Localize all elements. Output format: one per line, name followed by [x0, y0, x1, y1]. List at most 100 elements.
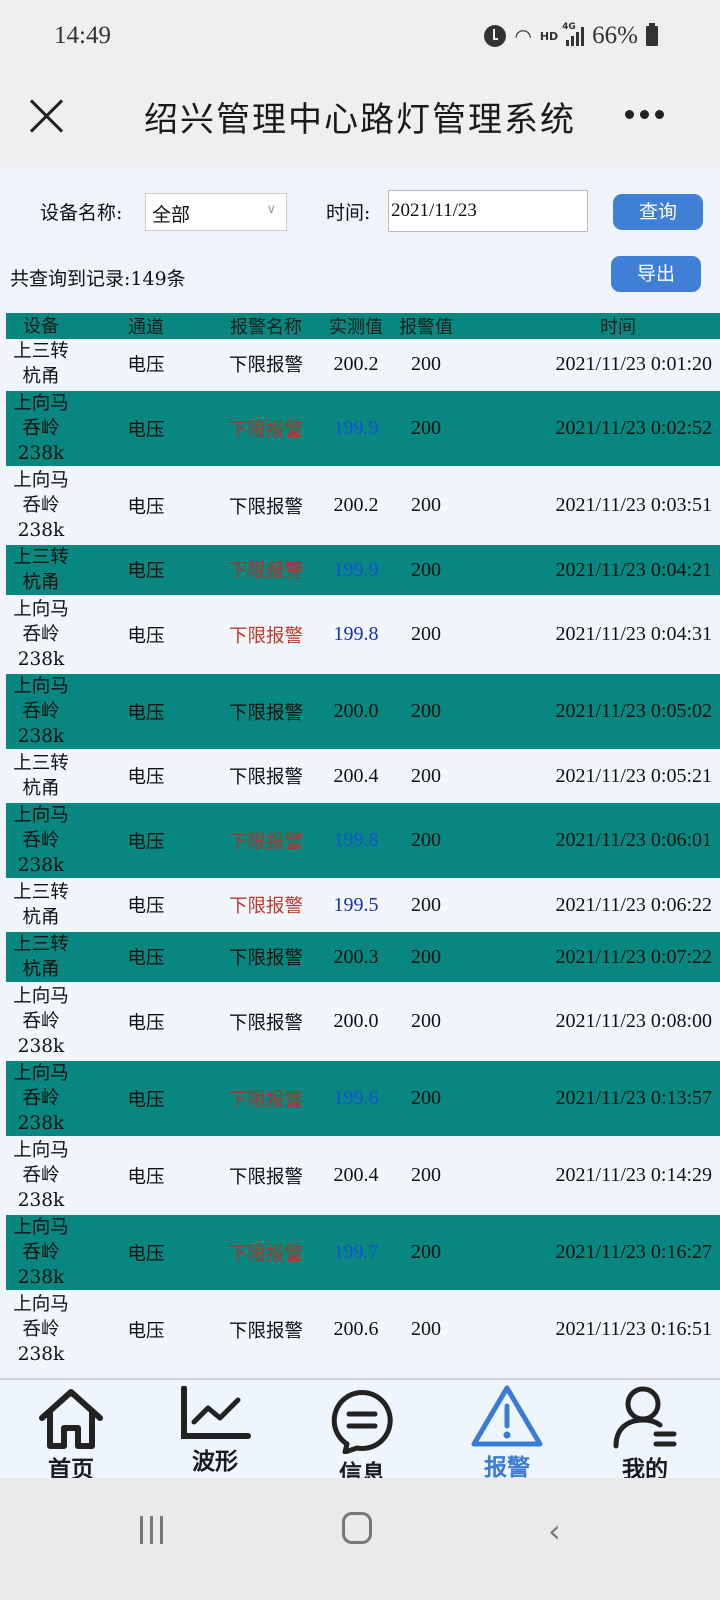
device-name-line: 呑岭: [22, 701, 60, 722]
table-row[interactable]: 上三转 杭甬 电压 下限报警 199.9 200 2021/11/23 0:04:21: [6, 545, 720, 597]
table-row[interactable]: 上向马 呑岭 238k 电压 下限报警 200.2 200 2021/11/23 0:03:5…: [6, 468, 720, 545]
device-name-line: 238k: [17, 1113, 65, 1134]
cell-alarm-name: 下限报警: [228, 496, 303, 518]
home-nav-icon[interactable]: [342, 1512, 372, 1544]
device-name-line: 呑岭: [22, 830, 60, 851]
cell-time: 2021/11/23 0:04:31: [555, 623, 712, 645]
cell-channel: 电压: [127, 561, 165, 582]
device-name-line: 上向马: [13, 393, 69, 414]
cell-alarm-name: 下限报警: [228, 419, 303, 441]
alarm-icon: [484, 25, 507, 47]
device-name-line: 上三转: [13, 753, 69, 774]
device-name-line: 上三转: [13, 934, 69, 955]
cell-alarm-name: 下限报警: [228, 702, 303, 724]
device-name-line: 上三转: [13, 882, 69, 903]
chevron-down-icon: ∨: [266, 202, 276, 217]
4g-signal-icon: 4G: [562, 22, 585, 46]
device-name-line: 238k: [17, 443, 65, 464]
warning-triangle-icon: [471, 1385, 543, 1447]
cell-channel: 电压: [127, 496, 165, 518]
tab-alarm[interactable]: 报警: [452, 1384, 562, 1482]
query-button[interactable]: 查询: [613, 194, 703, 230]
table-row[interactable]: 上向马 呑岭 238k 电压 下限报警 199.7 200 2021/11/23 0:16:2…: [6, 1215, 720, 1292]
header-measured: 实测值: [329, 317, 383, 338]
tab-messages[interactable]: 信息: [307, 1388, 417, 1488]
cell-channel: 电压: [127, 1243, 165, 1265]
cell-channel: 电压: [127, 625, 165, 647]
table-row[interactable]: 上向马 呑岭 238k 电压 下限报警 199.8 200 2021/11/23 0:06:0…: [6, 803, 720, 880]
alarm-table: 设备 通道 报警名称 实测值 报警值 时间 上三转 杭甬 电压 下限报警 200.2 20…: [6, 313, 720, 1369]
tab-profile[interactable]: 我的: [590, 1384, 700, 1484]
table-row[interactable]: 上向马 呑岭 238k 电压 下限报警 200.0 200 2021/11/23 0:05:0…: [6, 674, 720, 751]
cell-device: 上向马呑岭 238k: [6, 803, 76, 878]
cell-alarm-name: 下限报警: [228, 948, 303, 969]
bottom-tab-bar: 首页 波形 信息 报警 我的: [0, 1378, 720, 1487]
cell-alarm-name: 下限报警: [228, 355, 303, 376]
table-body: 上三转 杭甬 电压 下限报警 200.2 200 2021/11/23 0:01:20 上向马…: [6, 339, 720, 1369]
cell-channel: 电压: [127, 948, 165, 969]
cell-channel: 电压: [127, 1012, 165, 1034]
cell-threshold: 200: [411, 1010, 441, 1032]
device-name-line: 上三转: [13, 547, 69, 568]
device-name-line: 杭甬: [22, 959, 60, 980]
device-name-line: 238k: [17, 855, 65, 876]
network-label: 4G: [562, 22, 576, 32]
tab-waveform[interactable]: 波形: [160, 1386, 270, 1476]
device-name-label: 设备名称:: [40, 202, 123, 224]
header-threshold: 报警值: [399, 317, 453, 338]
table-row[interactable]: 上三转 杭甬 电压 下限报警 200.3 200 2021/11/23 0:07:22: [6, 932, 720, 984]
cell-threshold: 200: [411, 893, 441, 916]
cell-threshold: 200: [411, 829, 441, 851]
device-name-line: 238k: [17, 1036, 65, 1057]
cell-channel: 电压: [127, 896, 165, 917]
system-nav-bar: ‹: [0, 1478, 720, 1600]
cell-measured: 199.8: [333, 829, 379, 851]
table-row[interactable]: 上三转 杭甬 电压 下限报警 200.2 200 2021/11/23 0:01:20: [6, 339, 720, 391]
cell-channel: 电压: [127, 1166, 165, 1188]
cell-threshold: 200: [411, 945, 441, 968]
tab-label: 波形: [192, 1449, 238, 1475]
cell-threshold: 200: [411, 764, 441, 787]
battery-icon: [646, 23, 658, 46]
table-row[interactable]: 上向马 呑岭 238k 电压 下限报警 200.6 200 2021/11/23 0:16:5…: [6, 1292, 720, 1369]
cell-alarm-name: 下限报警: [228, 1320, 303, 1342]
device-name-line: 上向马: [13, 1140, 69, 1161]
wifi-icon: ◠: [514, 24, 532, 48]
table-row[interactable]: 上三转 杭甬 电压 下限报警 199.5 200 2021/11/23 0:06:22: [6, 880, 720, 932]
app-header: 绍兴管理中心路灯管理系统: [0, 72, 720, 168]
tab-home[interactable]: 首页: [16, 1388, 126, 1484]
cell-channel: 电压: [127, 1089, 165, 1111]
cell-threshold: 200: [411, 1164, 441, 1186]
device-name-line: 上三转: [13, 341, 69, 362]
table-row[interactable]: 上向马 呑岭 238k 电压 下限报警 200.4 200 2021/11/23 0:14:2…: [6, 1138, 720, 1215]
device-name-line: 上向马: [13, 470, 69, 491]
status-bar: 14:49 ◠ HD 4G 66%: [0, 0, 720, 72]
cell-device: 上向马 呑岭 238k: [6, 391, 76, 466]
export-button[interactable]: 导出: [611, 256, 701, 292]
home-icon: [39, 1389, 103, 1449]
cell-alarm-name: 下限报警: [228, 767, 303, 788]
cell-device: 上三转 杭甬: [6, 880, 76, 930]
table-row[interactable]: 上向马 呑岭 238k 电压 下限报警 200.0 200 2021/11/23 0:08:0…: [6, 984, 720, 1061]
device-name-line: 上向马: [13, 986, 69, 1007]
cell-device: 上向马 呑岭 238k: [6, 1138, 76, 1213]
time-input[interactable]: 2021/11/23: [388, 190, 588, 232]
table-row[interactable]: 上向马 呑岭 238k 电压 下限报警 199.8 200 2021/11/23 0:04:3…: [6, 597, 720, 674]
hd-icon: HD: [539, 29, 559, 43]
cell-device: 上三转 杭甬: [6, 932, 76, 982]
device-name-line: 呑岭: [22, 1242, 60, 1263]
tab-label: 报警: [484, 1455, 530, 1481]
cell-measured: 199.5: [333, 893, 379, 916]
back-icon[interactable]: ‹: [548, 1512, 561, 1550]
device-select[interactable]: 全部 ∨: [145, 193, 287, 231]
status-time: 14:49: [54, 22, 111, 49]
table-row[interactable]: 上向马 呑岭 238k 电压 下限报警 199.6 200 2021/11/23 0:13:5…: [6, 1061, 720, 1138]
recent-apps-icon[interactable]: [140, 1516, 163, 1544]
more-dot: [655, 110, 664, 119]
table-row[interactable]: 上向马 呑岭 238k 电压 下限报警 199.9 200 2021/11/23 0:02:5…: [6, 391, 720, 468]
more-icon[interactable]: [625, 110, 664, 119]
table-row[interactable]: 上三转 杭甬 电压 下限报警 200.4 200 2021/11/23 0:05:21: [6, 751, 720, 803]
cell-channel: 电压: [127, 831, 165, 853]
device-name-line: 上向马: [13, 805, 69, 826]
cell-time: 2021/11/23 0:07:22: [555, 945, 712, 968]
